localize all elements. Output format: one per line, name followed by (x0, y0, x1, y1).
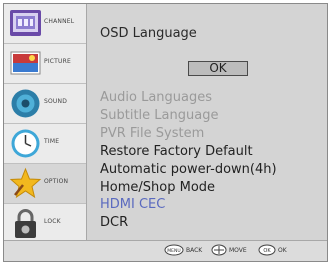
option-audio-languages: Audio Languages (100, 90, 213, 105)
sidebar-item-label: TIME (44, 138, 60, 145)
option-restore-factory-default[interactable]: Restore Factory Default (100, 144, 253, 159)
menu-key-label: MENU (167, 248, 180, 254)
option-home-shop-mode[interactable]: Home/Shop Mode (100, 180, 215, 195)
option-automatic-power-down[interactable]: Automatic power-down(4h) (100, 162, 277, 177)
back-hint: BACK (186, 247, 203, 254)
picture-icon (10, 51, 41, 75)
speaker-icon (11, 89, 40, 118)
sidebar-item-time[interactable]: TIME (4, 124, 86, 164)
sidebar-item-label: LOCK (44, 218, 61, 225)
padlock-icon (15, 209, 36, 238)
option-hdmi-cec[interactable]: HDMI CEC (100, 197, 165, 212)
dpad-icon (211, 244, 227, 256)
option-pvr-file-system: PVR File System (100, 126, 205, 141)
tv-icon (10, 10, 41, 36)
sidebar-item-sound[interactable]: SOUND (4, 84, 86, 124)
sidebar-item-label: CHANNEL (44, 18, 75, 25)
category-sidebar: CHANNEL PICTURE SOUND TIME OPTION LOCK (4, 4, 87, 240)
ok-key-icon: OK (258, 244, 276, 256)
ok-key-label: OK (263, 248, 271, 254)
ok-button[interactable]: OK (188, 61, 248, 76)
menu-title: OSD Language (100, 26, 197, 41)
sidebar-item-label: OPTION (44, 178, 69, 185)
sidebar-item-option[interactable]: OPTION (4, 164, 86, 204)
ok-hint: OK (278, 247, 287, 254)
option-subtitle-language: Subtitle Language (100, 108, 219, 123)
sidebar-item-label: SOUND (44, 98, 68, 105)
option-dcr[interactable]: DCR (100, 215, 128, 230)
sidebar-item-picture[interactable]: PICTURE (4, 44, 86, 84)
move-hint: MOVE (229, 247, 247, 254)
tv-osd-screen: CHANNEL PICTURE SOUND TIME OPTION LOCK O… (3, 3, 328, 262)
clock-icon (11, 129, 40, 158)
key-hint-bar: MENU BACK MOVE OK OK (4, 240, 327, 261)
sidebar-item-label: PICTURE (44, 58, 71, 65)
sidebar-item-lock[interactable]: LOCK (4, 204, 86, 244)
menu-key-icon: MENU (164, 244, 184, 256)
option-menu-panel: OSD Language OK Audio Languages Subtitle… (88, 4, 327, 240)
sidebar-item-channel[interactable]: CHANNEL (4, 4, 86, 44)
star-icon (9, 167, 42, 199)
